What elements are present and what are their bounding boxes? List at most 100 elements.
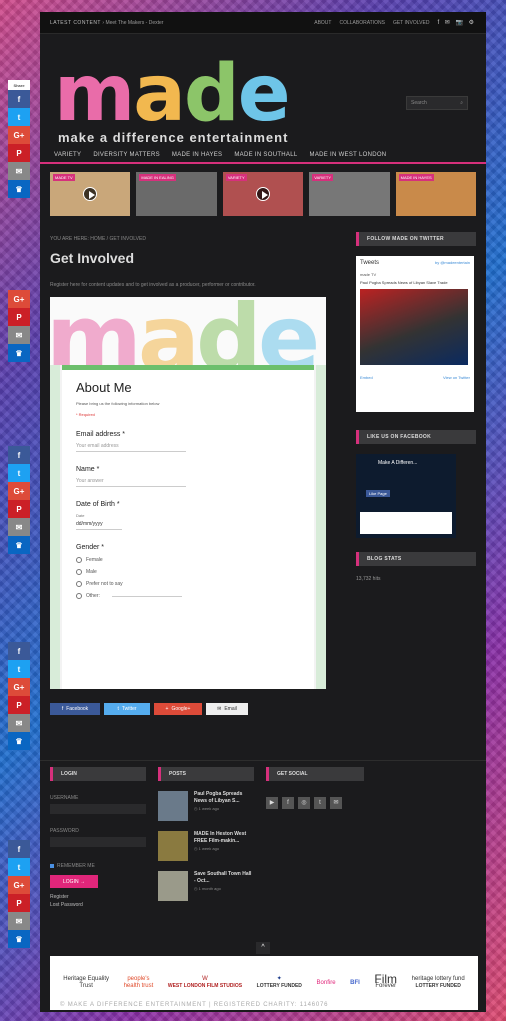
twitter-embed[interactable]: Tweets by @madeentertain made TV Paul Po…	[356, 256, 474, 412]
post-title[interactable]: Paul Pogba Spreads News of Libyan S...	[194, 791, 242, 804]
register-link[interactable]: Register	[50, 894, 146, 900]
post-title[interactable]: MADE In Heston West FREE Film-makin...	[194, 831, 246, 844]
share-google-button[interactable]: G+	[8, 126, 30, 144]
name-field[interactable]: Your answer	[76, 478, 186, 487]
post-title[interactable]: Save Southall Town Hall - Oct...	[194, 871, 251, 884]
nav-item-diversity-matters[interactable]: DIVERSITY MATTERS	[93, 152, 160, 158]
facebook-embed[interactable]: Make A Differen... Like Page	[356, 454, 456, 538]
featured-thumb[interactable]: MADE IN HAYES	[395, 172, 477, 216]
post-thumbnail[interactable]	[158, 871, 188, 901]
gender-option-female[interactable]: Female	[76, 557, 300, 563]
featured-thumb[interactable]: VARIETY	[309, 172, 390, 216]
nav-item-made-in-hayes[interactable]: MADE IN HAYES	[172, 152, 222, 158]
other-text-field[interactable]	[111, 595, 182, 597]
tweet-text[interactable]: Paul Pogba Spreads News of Libyan Slave …	[360, 280, 470, 285]
radio-icon[interactable]	[76, 569, 82, 575]
share-twitter-button[interactable]: t	[8, 660, 30, 678]
post-item[interactable]: Save Southall Town Hall - Oct... ◷ 1 mont…	[158, 871, 254, 901]
twitter-share-button[interactable]: t Twitter	[104, 703, 150, 715]
gender-option-other[interactable]: Other:	[76, 593, 300, 599]
scroll-to-top-button[interactable]: ^	[256, 942, 270, 954]
share-email-button[interactable]: ✉	[8, 326, 30, 344]
facebook-page-name[interactable]: Make A Differen...	[378, 460, 417, 466]
featured-thumb[interactable]: MADE TV	[50, 172, 131, 216]
share-google-button[interactable]: G+	[8, 290, 30, 308]
share-email-button[interactable]: ✉	[8, 714, 30, 732]
lost-password-link[interactable]: Lost Password	[50, 902, 146, 908]
share-email-button[interactable]: ✉	[8, 162, 30, 180]
share-google-button[interactable]: G+	[8, 678, 30, 696]
share-crown-button[interactable]: ♛	[8, 732, 30, 750]
top-link-about[interactable]: ABOUT	[314, 20, 331, 26]
nav-item-made-in-west-london[interactable]: MADE IN WEST LONDON	[310, 152, 387, 158]
featured-thumb[interactable]: VARIETY	[222, 172, 304, 216]
share-crown-button[interactable]: ♛	[8, 930, 30, 948]
share-facebook-button[interactable]: f	[8, 642, 30, 660]
post-item[interactable]: MADE In Heston West FREE Film-makin... ◷ …	[158, 831, 254, 861]
tweet-image[interactable]	[360, 289, 468, 365]
sponsor-text: Film	[374, 972, 398, 986]
share-facebook-button[interactable]: f	[8, 90, 30, 108]
facebook-icon[interactable]: f	[282, 797, 294, 809]
share-google-button[interactable]: G+	[8, 482, 30, 500]
facebook-like-button[interactable]: Like Page	[366, 490, 390, 497]
twitter-icon[interactable]: t	[314, 797, 326, 809]
share-crown-button[interactable]: ♛	[8, 536, 30, 554]
youtube-icon[interactable]: ▶	[266, 797, 278, 809]
share-pinterest-button[interactable]: P	[8, 144, 30, 162]
facebook-share-button[interactable]: f Facebook	[50, 703, 100, 715]
featured-thumb[interactable]: MADE IN EALING	[136, 172, 217, 216]
tweet-user[interactable]: made TV	[360, 272, 470, 277]
view-on-twitter-link[interactable]: View on Twitter	[443, 375, 470, 380]
checkbox-icon[interactable]	[50, 864, 54, 868]
remember-me[interactable]: REMEMBER ME	[50, 863, 146, 869]
radio-icon[interactable]	[76, 581, 82, 587]
password-field[interactable]	[50, 837, 146, 847]
share-crown-button[interactable]: ♛	[8, 180, 30, 198]
nav-item-made-in-southall[interactable]: MADE IN SOUTHALL	[234, 152, 297, 158]
top-social-icons[interactable]: f ✉ 📷 ⚙	[437, 19, 476, 26]
share-twitter-button[interactable]: t	[8, 108, 30, 126]
share-pinterest-button[interactable]: P	[8, 696, 30, 714]
share-facebook-button[interactable]: f	[8, 446, 30, 464]
play-icon[interactable]	[83, 187, 98, 201]
play-icon[interactable]	[256, 187, 271, 201]
made-logo[interactable]: made	[54, 55, 291, 133]
search-input[interactable]: Search	[411, 100, 427, 106]
twitter-widget-title: FOLLOW MADE ON TWITTER	[356, 232, 476, 246]
top-link-get-involved[interactable]: GET INVOLVED	[393, 20, 430, 26]
share-pinterest-button[interactable]: P	[8, 500, 30, 518]
embed-link[interactable]: Embed	[360, 375, 373, 380]
radio-icon[interactable]	[76, 593, 82, 599]
nav-item-variety[interactable]: VARIETY	[54, 152, 81, 158]
post-thumbnail[interactable]	[158, 791, 188, 821]
google-share-button[interactable]: + Google+	[154, 703, 202, 715]
top-link-collaborations[interactable]: COLLABORATIONS	[339, 20, 384, 26]
share-twitter-button[interactable]: t	[8, 858, 30, 876]
share-pinterest-button[interactable]: P	[8, 308, 30, 326]
share-google-button[interactable]: G+	[8, 876, 30, 894]
gender-option-male[interactable]: Male	[76, 569, 300, 575]
username-field[interactable]	[50, 804, 146, 814]
login-button[interactable]: LOGIN →	[50, 875, 98, 888]
radio-icon[interactable]	[76, 557, 82, 563]
post-thumbnail[interactable]	[158, 831, 188, 861]
tweets-by[interactable]: by @madeentertain	[435, 260, 470, 266]
instagram-icon[interactable]: ◎	[298, 797, 310, 809]
sponsor-text: BFI	[350, 979, 360, 986]
gender-option-prefer-not[interactable]: Prefer not to say	[76, 581, 300, 587]
share-email-button[interactable]: ✉	[8, 912, 30, 930]
latest-link[interactable]: Meet The Makers - Dexter	[105, 20, 163, 26]
share-twitter-button[interactable]: t	[8, 464, 30, 482]
share-crown-button[interactable]: ♛	[8, 344, 30, 362]
email-share-button[interactable]: ✉ Email	[206, 703, 248, 715]
search-icon[interactable]: ⌕	[460, 100, 463, 106]
dob-field[interactable]: dd/mm/yyyy	[76, 521, 122, 530]
share-email-button[interactable]: ✉	[8, 518, 30, 536]
share-facebook-button[interactable]: f	[8, 840, 30, 858]
email-icon[interactable]: ✉	[330, 797, 342, 809]
share-pinterest-button[interactable]: P	[8, 894, 30, 912]
post-item[interactable]: Paul Pogba Spreads News of Libyan S... ◷ …	[158, 791, 254, 821]
email-field[interactable]: Your email address	[76, 443, 186, 452]
search-box[interactable]: Search ⌕	[406, 96, 468, 110]
